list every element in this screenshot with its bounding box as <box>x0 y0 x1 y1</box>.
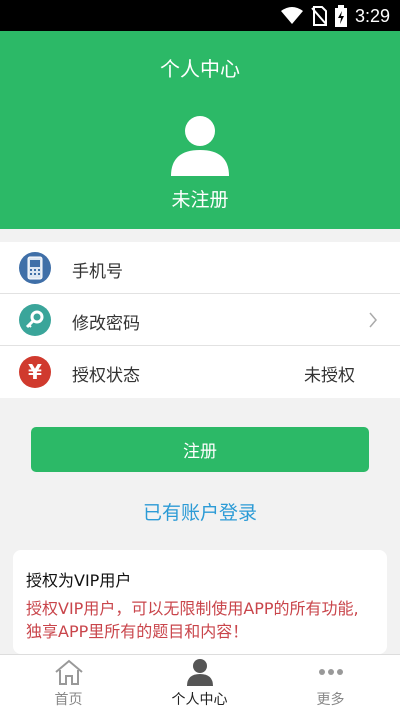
vip-title: 授权为VIP用户 <box>26 571 132 590</box>
status-time: 3:29 <box>354 5 390 26</box>
more-icon <box>318 669 343 675</box>
row-label-authorization: 授权状态 <box>72 366 140 386</box>
authorization-status-value: 未授权 <box>304 366 355 386</box>
row-label-change-password: 修改密码 <box>72 314 140 334</box>
no-sim-icon <box>311 6 327 26</box>
row-authorization-status[interactable]: ¥ 授权状态 未授权 <box>0 346 400 398</box>
tab-profile[interactable]: 个人中心 <box>133 655 266 711</box>
wifi-icon <box>280 7 303 24</box>
tab-label-more: 更多 <box>316 692 345 708</box>
avatar-icon[interactable] <box>169 116 231 178</box>
home-icon <box>54 659 83 685</box>
battery-charging-icon <box>334 5 347 27</box>
row-phone[interactable]: 手机号 <box>0 242 400 294</box>
person-icon <box>186 659 213 686</box>
profile-header: 个人中心 未注册 <box>0 31 400 229</box>
tab-label-profile: 个人中心 <box>171 692 228 708</box>
page-title: 个人中心 <box>160 57 240 81</box>
settings-list: 手机号 修改密码 ¥ 授权状态 未授权 <box>0 242 400 398</box>
phone-icon <box>19 252 51 284</box>
row-label-phone: 手机号 <box>72 262 123 282</box>
chevron-right-icon <box>369 312 377 328</box>
row-change-password[interactable]: 修改密码 <box>0 294 400 346</box>
register-button[interactable]: 注册 <box>31 427 369 472</box>
login-link[interactable]: 已有账户登录 <box>0 498 400 525</box>
username: 未注册 <box>171 189 229 211</box>
tab-home[interactable]: 首页 <box>2 655 135 711</box>
status-bar: 3:29 <box>0 0 400 31</box>
tab-label-home: 首页 <box>54 692 83 708</box>
vip-description: 授权VIP用户，可以无限制使用APP的所有功能, 独享APP里所有的题目和内容！ <box>26 599 359 641</box>
tab-more[interactable]: 更多 <box>264 655 397 711</box>
yen-icon: ¥ <box>19 356 51 388</box>
vip-card[interactable]: 授权为VIP用户 授权VIP用户，可以无限制使用APP的所有功能, 独享APP里… <box>13 550 387 654</box>
key-icon <box>19 304 51 336</box>
status-icons: 3:29 <box>280 5 390 27</box>
bottom-tab-bar: 首页 个人中心 更多 <box>0 654 400 711</box>
